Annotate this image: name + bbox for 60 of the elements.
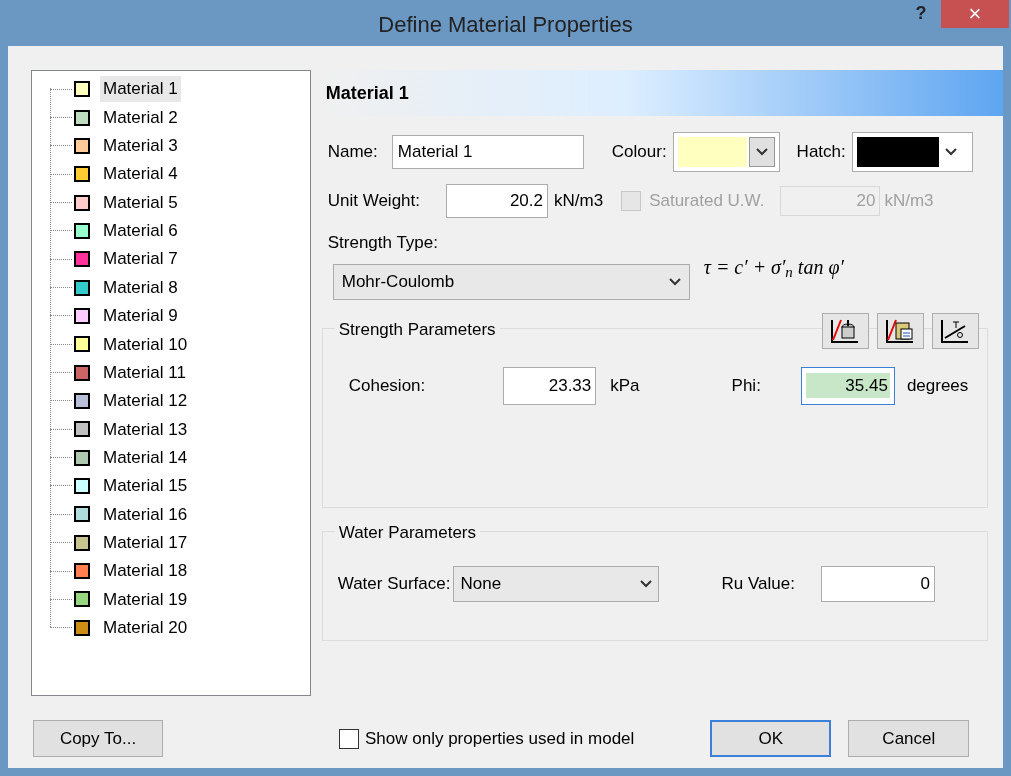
tree-item[interactable]: Material 16 <box>100 501 191 528</box>
field-label: Ru Value: <box>721 572 795 595</box>
tree-item[interactable]: Material 17 <box>100 529 191 556</box>
field-label: Colour: <box>611 141 667 164</box>
checkbox-label: Show only properties used in model <box>365 727 635 750</box>
tree-item[interactable]: Material 20 <box>100 614 191 641</box>
tree-item[interactable]: Material 13 <box>100 416 191 443</box>
chevron-down-icon <box>755 148 768 156</box>
field-label: Unit Weight: <box>327 190 420 213</box>
cohesion-field[interactable]: 23.33 <box>503 366 597 405</box>
field-label: Cohesion: <box>348 374 426 397</box>
tree-item[interactable]: Material 11 <box>100 359 189 386</box>
help-button[interactable]: ? <box>901 0 941 26</box>
header-title: Material 1 <box>325 81 409 105</box>
formula: τ = c′ + σ′$_{n}$ tan φ′ <box>703 254 844 282</box>
unit-weight-field[interactable]: 20.2 <box>446 184 548 218</box>
chevron-down-icon <box>944 148 957 156</box>
tool-button[interactable] <box>931 312 979 349</box>
tree-item[interactable]: Material 19 <box>100 586 191 613</box>
tree-item[interactable]: Material 2 <box>100 104 181 131</box>
unit-label: kN/m3 <box>884 190 934 213</box>
copy-to-button[interactable]: Copy To... <box>33 720 163 757</box>
tree-item[interactable]: Material 1 <box>100 76 181 102</box>
tree-item[interactable]: Material 9 <box>100 303 181 329</box>
tree-item[interactable]: Material 15 <box>100 473 191 499</box>
hatch-dropdown[interactable] <box>851 132 973 172</box>
field-label: Phi: <box>731 374 761 397</box>
phi-field[interactable]: 35.45 <box>800 366 895 405</box>
window-title: Define Material Properties <box>378 11 633 39</box>
unit-label: degrees <box>906 374 969 397</box>
field-label: Name: <box>327 141 378 164</box>
tree-item[interactable]: Material 8 <box>100 274 181 301</box>
chevron-down-icon <box>668 277 681 286</box>
water-surface-dropdown[interactable]: None <box>453 565 660 602</box>
show-only-checkbox[interactable] <box>339 728 359 749</box>
dialog-button[interactable]: Cancel <box>848 720 970 757</box>
tree-item[interactable]: Material 4 <box>100 161 181 187</box>
tree-item[interactable]: Material 6 <box>100 218 181 244</box>
unit-label: kN/m3 <box>554 190 604 213</box>
field-label: Water Surface: <box>337 572 451 595</box>
tool-button[interactable] <box>821 312 869 349</box>
tree-item[interactable]: Material 12 <box>100 388 191 414</box>
tree-item[interactable]: Material 7 <box>100 246 181 272</box>
close-button[interactable]: × <box>941 0 1009 28</box>
tool-button[interactable] <box>876 312 924 349</box>
chevron-down-icon <box>640 579 653 588</box>
tree-item[interactable]: Material 18 <box>100 558 191 584</box>
field-label: Hatch: <box>796 141 846 164</box>
checkbox-label: Saturated U.W. <box>649 190 765 213</box>
dialog-button[interactable]: OK <box>710 720 832 757</box>
tree-item[interactable]: Material 14 <box>100 444 191 471</box>
field-label: Strength Type: <box>327 233 438 252</box>
unit-label: kPa <box>610 374 640 397</box>
name-field[interactable]: Material 1 <box>391 135 584 169</box>
strength-type-dropdown[interactable]: Mohr-Coulomb <box>332 263 690 300</box>
ru-value-field[interactable]: 0 <box>820 565 935 602</box>
tree-item[interactable]: Material 5 <box>100 189 181 216</box>
tree-item[interactable]: Material 10 <box>100 331 191 357</box>
colour-dropdown[interactable] <box>672 132 780 172</box>
tree-item[interactable]: Material 3 <box>100 133 181 159</box>
